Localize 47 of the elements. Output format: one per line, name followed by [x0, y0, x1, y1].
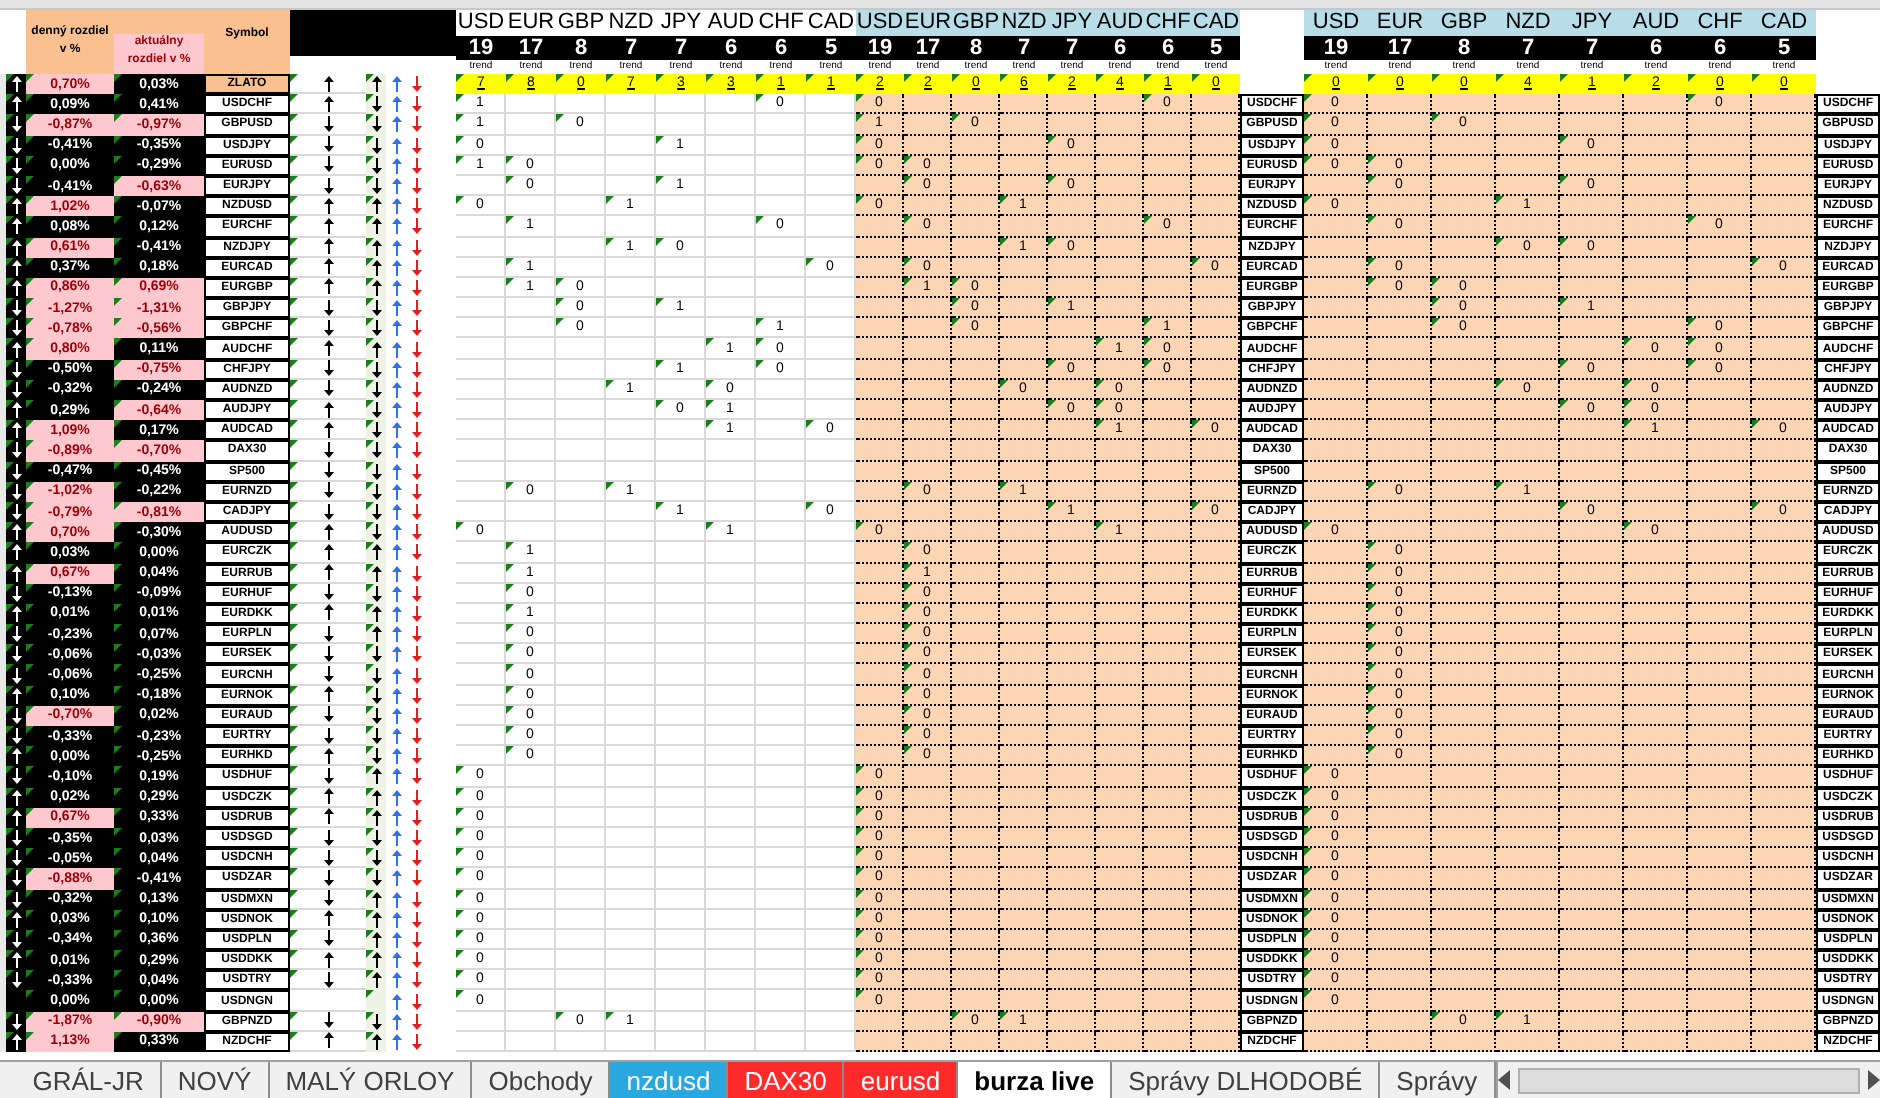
count-cell: 17 — [1368, 36, 1432, 60]
count-cell: 17 — [904, 36, 952, 60]
currency-header: NZD — [1000, 10, 1048, 36]
count-cell: 7 — [1560, 36, 1624, 60]
count-cell: 7 — [1000, 36, 1048, 60]
currency-header: EUR — [904, 10, 952, 36]
count-cell: 6 — [1096, 36, 1144, 60]
count-cell: 7 — [606, 36, 656, 60]
currency-header: JPY — [1560, 10, 1624, 36]
count-cell: 5 — [806, 36, 856, 60]
currency-header: NZD — [1496, 10, 1560, 36]
currency-header: USD — [856, 10, 904, 36]
sheet-tab[interactable]: GRÁL-JR — [16, 1062, 162, 1098]
count-cell: 19 — [456, 36, 506, 60]
count-cell: 6 — [756, 36, 806, 60]
count-cell: 5 — [1192, 36, 1240, 60]
sheet-tab[interactable]: NOVÝ — [161, 1062, 270, 1098]
currency-header: CAD — [1752, 10, 1816, 36]
currency-header: EUR — [1368, 10, 1432, 36]
count-cell: 7 — [1048, 36, 1096, 60]
sheet-tab[interactable]: Správy DLHODOBÉ — [1112, 1062, 1381, 1098]
currency-header: GBP — [952, 10, 1000, 36]
currency-header: USD — [1304, 10, 1368, 36]
sheet-tab[interactable]: burza live — [958, 1062, 1113, 1098]
count-cell: 19 — [856, 36, 904, 60]
count-cell: 6 — [1688, 36, 1752, 60]
currency-header: JPY — [1048, 10, 1096, 36]
currency-header: CAD — [1192, 10, 1240, 36]
count-cell: 6 — [706, 36, 756, 60]
count-cell: 8 — [1432, 36, 1496, 60]
count-cell: 7 — [656, 36, 706, 60]
currency-header: CHF — [1144, 10, 1192, 36]
count-cell: 7 — [1496, 36, 1560, 60]
count-cell: 8 — [952, 36, 1000, 60]
count-cell: 5 — [1752, 36, 1816, 60]
sheet-tab[interactable]: eurusd — [844, 1062, 959, 1098]
count-cell: 19 — [1304, 36, 1368, 60]
count-cell: 6 — [1144, 36, 1192, 60]
count-cell: 6 — [1624, 36, 1688, 60]
currency-header: AUD — [1624, 10, 1688, 36]
currency-header: AUD — [1096, 10, 1144, 36]
count-cell: 17 — [506, 36, 556, 60]
currency-header: CHF — [1688, 10, 1752, 36]
sheet-tab[interactable]: DAX30 — [728, 1062, 845, 1098]
sheet-tab[interactable]: MALÝ ORLOY — [269, 1062, 473, 1098]
currency-header: GBP — [1432, 10, 1496, 36]
count-cell: 8 — [556, 36, 606, 60]
